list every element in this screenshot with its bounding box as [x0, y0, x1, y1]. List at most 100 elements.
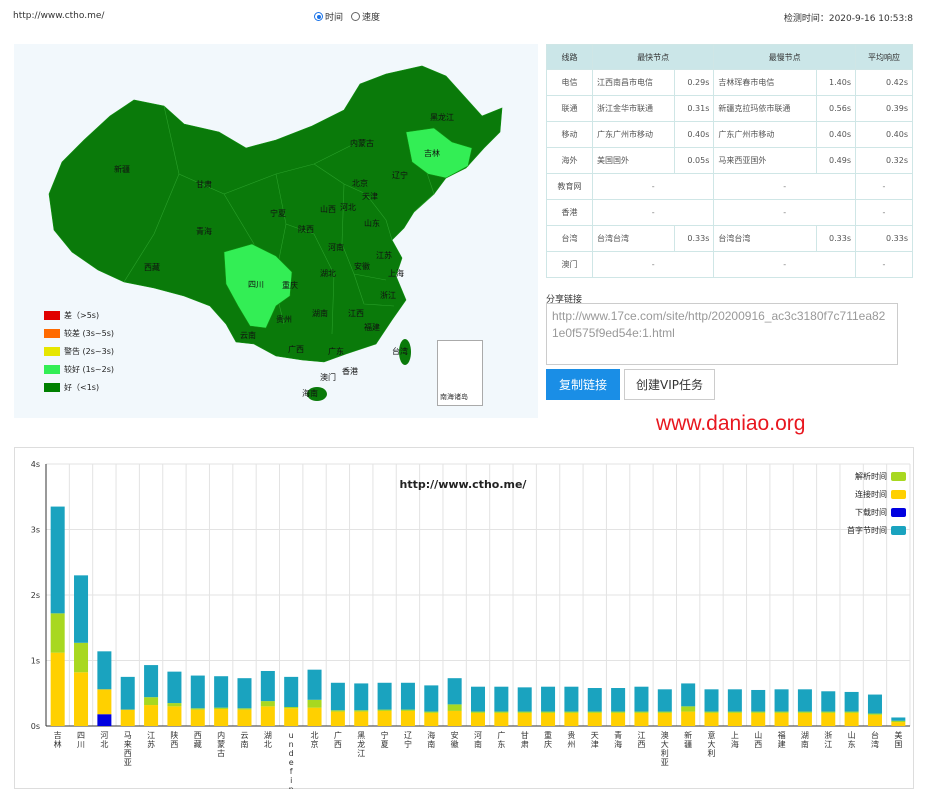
chart-legend-swatch [891, 490, 906, 499]
cell-fast-time: 0.40s [674, 121, 715, 148]
bar-segment [517, 711, 532, 713]
cell-slow-node: - [713, 199, 856, 226]
radio-speed-dot[interactable] [351, 12, 361, 21]
bar-segment [97, 689, 112, 715]
chart-legend-swatch [891, 508, 906, 517]
bar-segment [424, 711, 439, 713]
x-tick-label: 吉林 [54, 731, 62, 749]
bar-segment [564, 712, 579, 726]
province-label: 青海 [196, 226, 212, 236]
x-tick-label: 马来西亚 [124, 731, 132, 767]
bar-segment [400, 709, 415, 711]
radio-speed[interactable]: 速度 [351, 10, 380, 23]
x-tick-label: 山西 [754, 730, 762, 749]
cell-fast-time: 0.29s [674, 69, 715, 96]
x-tick-label: 意大利 [708, 730, 716, 758]
bar-segment [494, 712, 509, 726]
province-label: 台湾 [392, 346, 408, 356]
bar-segment [494, 711, 509, 713]
radio-time[interactable]: 时间 [314, 10, 343, 23]
chart-title: http://www.ctho.me/ [400, 478, 528, 491]
province-label: 西藏 [144, 262, 160, 272]
province-label: 湖南 [312, 308, 328, 318]
x-tick-label: 天津 [591, 731, 599, 749]
bar-segment [634, 711, 649, 713]
cell-fast-node: - [591, 251, 715, 278]
x-tick-label: 陕西 [170, 730, 178, 749]
bar-segment [330, 710, 345, 712]
cell-fast-node: 美国国外 [591, 147, 676, 174]
province-label: 香港 [342, 366, 358, 376]
legend-label: 警告 (2s~3s) [64, 346, 115, 356]
legend-swatch [44, 364, 60, 374]
radio-time-dot[interactable] [314, 12, 323, 21]
cell-avg: 0.40s [855, 121, 913, 148]
legend-item: 较好 (1s~2s) [44, 360, 114, 378]
x-tick-label: 黑龙江 [357, 731, 365, 758]
bar-segment [891, 722, 906, 726]
bar-segment [214, 707, 229, 709]
bar-segment [330, 682, 345, 711]
x-tick-label: 广东 [497, 730, 505, 749]
cell-slow-time: 0.33s [815, 225, 857, 252]
x-tick-label: 四川 [77, 731, 85, 749]
create-vip-task-button[interactable]: 创建VIP任务 [624, 369, 715, 400]
inset-label: 南海诸岛 [440, 393, 468, 401]
bar-segment [541, 711, 556, 713]
chart-legend-label: 解析时间 [855, 471, 887, 481]
province-label: 北京 [352, 178, 368, 188]
table-row: 电信 江西南昌市电信 0.29s 吉林珲春市电信 1.40s 0.42s [546, 69, 913, 96]
node-table: 线路 最快节点 最慢节点 平均响应 电信 江西南昌市电信 0.29s 吉林珲春市电信 1… [546, 44, 913, 278]
province-label: 天津 [362, 191, 378, 201]
copy-link-button[interactable]: 复制链接 [546, 369, 620, 400]
bar-segment [727, 711, 742, 713]
bar-segment [330, 711, 345, 726]
cell-fast-node: 广东广州市移动 [591, 121, 676, 148]
x-tick-label: 海南 [427, 730, 435, 749]
x-tick-label: 山东 [848, 730, 856, 749]
x-tick-label: 新疆 [684, 730, 692, 749]
province-label: 贵州 [276, 314, 292, 324]
x-tick-label: 澳大利亚 [661, 730, 669, 767]
bar-segment [50, 506, 65, 614]
x-tick-label: 宁夏 [381, 730, 389, 749]
province-label: 云南 [240, 330, 256, 340]
bar-segment [751, 712, 766, 726]
y-tick-label: 1s [31, 657, 40, 666]
bar-segment [564, 711, 579, 713]
x-tick-label: 北京 [311, 731, 319, 749]
radio-time-label: 时间 [325, 13, 344, 23]
x-tick-label: undefined [289, 731, 294, 789]
x-tick-label: 美国 [894, 730, 902, 749]
bar-segment [97, 651, 112, 690]
share-link-textarea[interactable]: http://www.17ce.com/site/http/20200916_a… [546, 303, 898, 365]
cell-slow-time: 0.56s [815, 95, 857, 122]
chart-svg: 0s 1s 2s 3s 4s 吉林四川河北 马来西亚 江苏陕西西藏 内蒙古 云南湖北 undefin… [31, 460, 911, 789]
cell-slow-node: 吉林珲春市电信 [713, 69, 817, 96]
province-label: 湖北 [320, 269, 336, 278]
province-label: 安徽 [354, 261, 370, 271]
bar-segment [657, 712, 672, 726]
bar-segment [564, 686, 579, 712]
table-row: 澳门 - - - [546, 251, 913, 278]
bar-segment [307, 699, 322, 708]
bar-segment [260, 706, 275, 726]
x-tick-label: 上海 [731, 731, 739, 749]
header-line: 线路 [546, 44, 593, 70]
bar-segment [867, 694, 882, 714]
bar-segment [307, 707, 322, 726]
chart-legend-swatch [891, 526, 906, 535]
legend-swatch [44, 310, 60, 320]
legend-item: 差（>5s) [44, 306, 114, 324]
cell-slow-node: 马来西亚国外 [713, 147, 817, 174]
bar-segment [237, 708, 252, 710]
table-row: 联通 浙江金华市联通 0.31s 新疆克拉玛依市联通 0.56s 0.39s [546, 95, 913, 122]
bar-segment [797, 711, 812, 713]
bar-segment [167, 671, 182, 704]
bar-segment [237, 678, 252, 709]
province-label: 广西 [288, 344, 304, 354]
bar-segment [377, 710, 392, 726]
bar-segment [97, 714, 112, 726]
bar-segment [751, 689, 766, 712]
bar-segment [447, 710, 462, 726]
